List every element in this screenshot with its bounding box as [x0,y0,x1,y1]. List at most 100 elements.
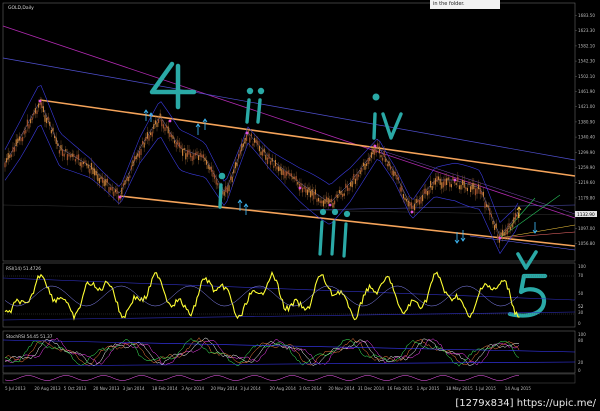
candle-body [58,150,60,154]
candle-body [346,185,348,191]
rsi-scale-label: 0 [578,321,581,326]
candle-body [391,170,393,175]
candle-body [84,160,86,163]
candle-body [398,177,400,181]
candle-body [92,167,94,175]
candle-body [12,146,14,153]
fractal-dot [453,178,457,182]
candle-body [231,176,233,183]
candle-body [430,180,432,188]
chart-canvas[interactable]: GOLD,Daily 1683.50 1623.30 1582.10 1542.30 1… [0,0,600,411]
price-axis-label: 1421.00 [578,104,595,109]
candle-body [489,208,491,215]
candle-body [66,153,68,161]
candle-body [444,178,446,186]
candle-body [278,166,280,172]
date-axis-label: 1 Apr 2015 [417,386,440,391]
candle-body [457,176,459,182]
date-axis-label: 20 Nov 2013 [93,386,120,391]
rsi-scale-label: 50 [578,291,584,296]
candle-body [55,137,57,144]
date-axis-label: 18 Feb 2014 [152,386,178,391]
candle-body [311,189,313,196]
candle-body [425,188,427,194]
candle-body [164,127,166,131]
candle-body [297,182,299,185]
candle-body [252,143,254,146]
candle-body [202,154,204,159]
candle-body [270,161,272,165]
candle-body [15,139,17,147]
fractal-dot [498,236,502,240]
candle-body [274,159,276,167]
candle-body [47,116,49,121]
candle-body [111,187,113,191]
candle-body [28,124,30,129]
candle-body [153,124,155,129]
candle-body [273,165,275,168]
candle-body [239,149,241,155]
candle-body [142,141,144,145]
candle-body [31,117,33,120]
candle-body [178,142,180,148]
candle-body [351,181,353,188]
rsi-scale-label: 100 [578,264,586,269]
main-price-pane[interactable] [2,2,576,262]
rsi-pane[interactable] [2,262,576,328]
candle-body [226,187,228,194]
fractal-dot [245,131,249,135]
candle-body [97,174,99,181]
candle-body [353,173,355,180]
candle-body [446,178,448,185]
fractal-dot [410,210,414,214]
candle-body [313,192,315,200]
candle-body [38,103,40,108]
candle-body [140,148,142,155]
candle-body [156,122,158,128]
candle-body [294,176,296,180]
candle-body [206,160,208,165]
candle-body [324,199,326,204]
candle-body [407,200,409,207]
candle-body [33,112,35,116]
candle-body [414,203,416,211]
rsi-scale-label: 70 [578,273,584,278]
candle-body [57,143,59,146]
candle-body [388,161,390,167]
candle-body [508,223,510,230]
candle-body [265,154,267,160]
candle-body [439,178,441,185]
candle-body [18,136,20,141]
date-axis-label: 5 Oct 2013 [64,386,87,391]
candle-body [428,190,430,195]
candle-body [369,157,371,161]
candle-body [490,214,492,218]
candle-body [175,142,177,148]
candle-body [177,140,179,145]
candle-body [350,182,352,187]
candle-body [292,176,294,180]
candle-body [505,229,507,236]
candle-body [359,170,361,175]
candle-body [76,154,78,160]
candle-body [284,171,286,179]
candle-body [172,135,174,139]
candle-body [151,131,153,137]
price-axis-label: 1179.80 [578,195,595,200]
stoch-pane[interactable] [2,330,576,374]
candle-body [303,186,305,189]
candle-body [338,190,340,194]
price-axis-label: 1299.90 [578,150,595,155]
candle-body [190,153,192,158]
candle-body [502,229,504,237]
date-axis-label: 5 Jul 2013 [5,386,26,391]
candle-body [126,178,128,181]
candle-body [135,155,137,160]
candle-body [20,137,22,142]
watermark: [1279x834] https://upic.me/ [453,398,598,409]
candle-body [306,189,308,196]
candle-body [167,126,169,134]
candle-body [60,145,62,151]
candle-body [316,198,318,202]
candle-body [334,200,336,205]
